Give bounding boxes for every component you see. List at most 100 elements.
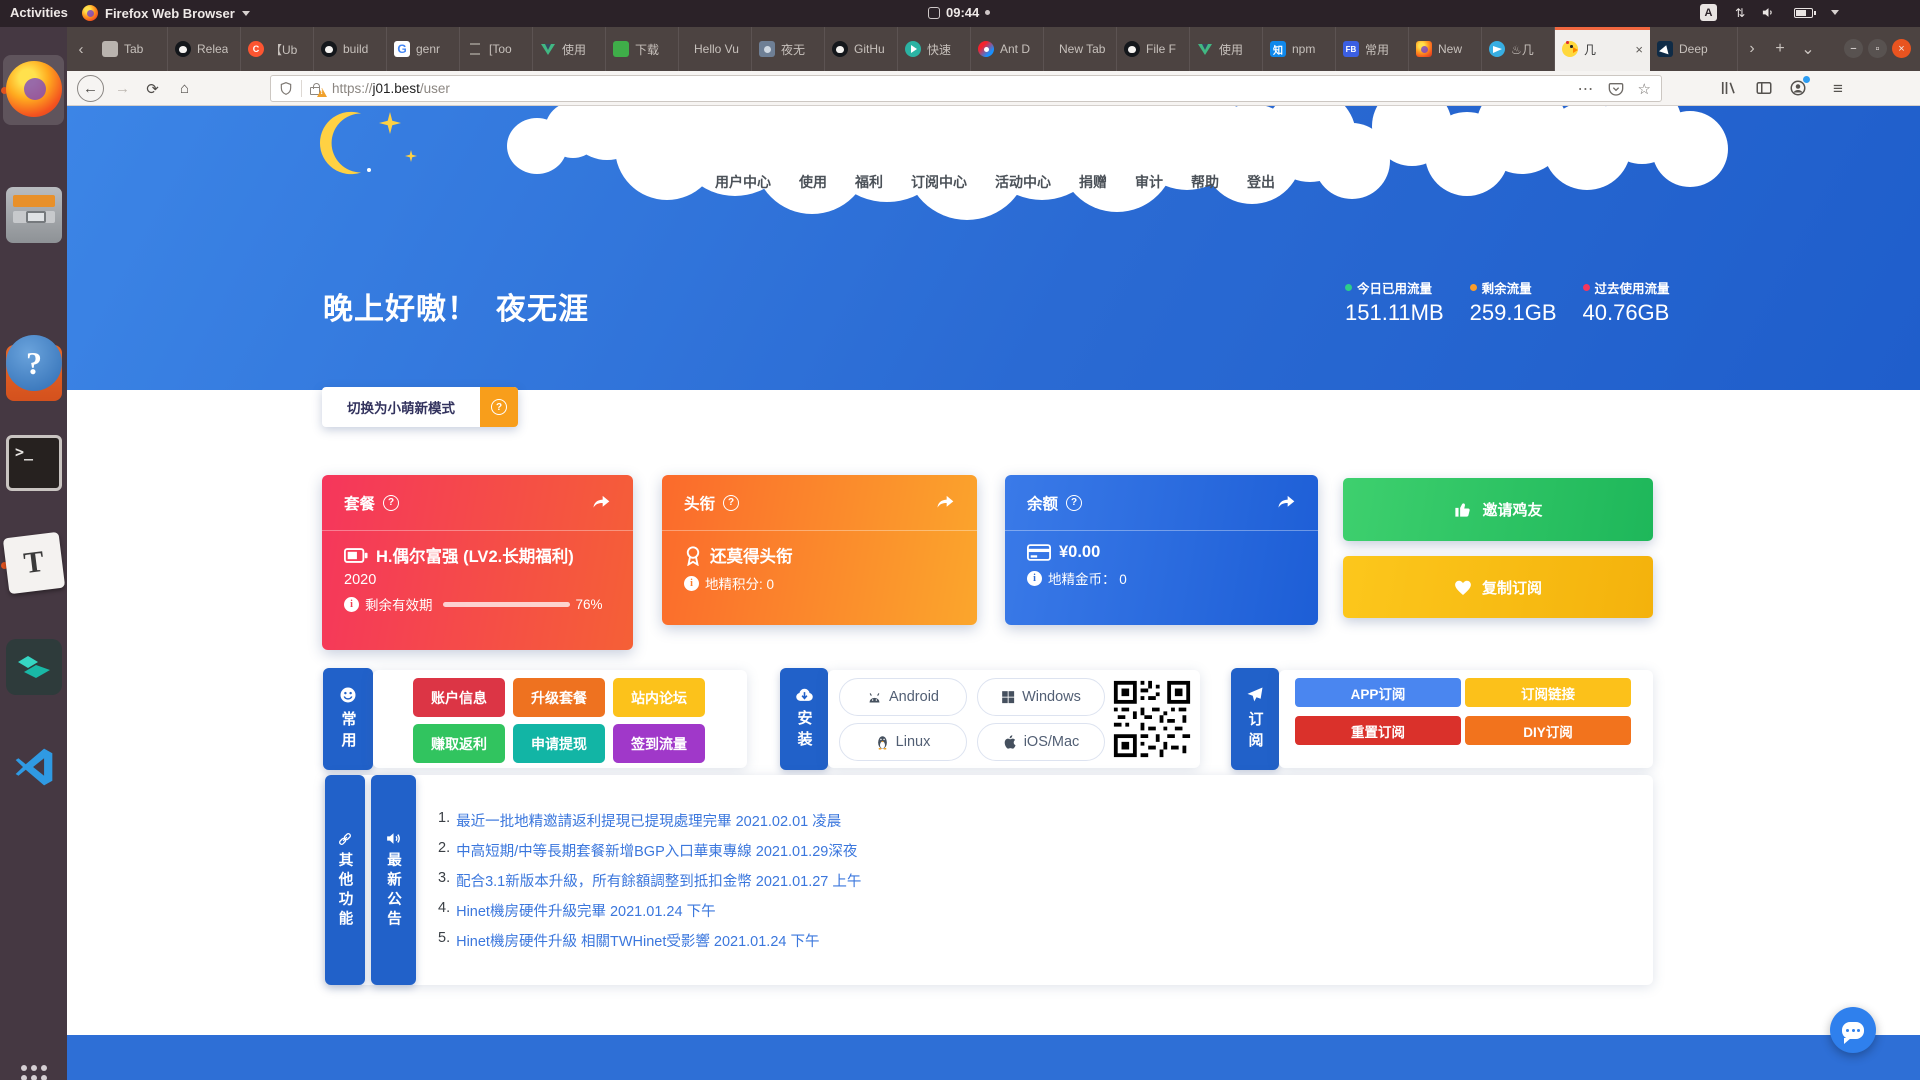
nav-help[interactable]: 帮助: [1191, 172, 1219, 192]
browser-tab[interactable]: New: [1409, 27, 1482, 71]
latest-news-tab[interactable]: 最新公告: [371, 775, 416, 985]
browser-tab[interactable]: 夜无: [752, 27, 825, 71]
announcement-link[interactable]: 配合3.1新版本升級，所有餘額調整到抵扣金幣 2021.01.27 上午: [456, 870, 861, 891]
dock-app-icon[interactable]: [6, 639, 62, 695]
mode-help-button[interactable]: ?: [480, 387, 518, 427]
nav-welfare[interactable]: 福利: [855, 172, 883, 192]
linux-button[interactable]: Linux: [839, 723, 967, 761]
earn-rebate-button[interactable]: 赚取返利: [413, 724, 505, 763]
browser-tab[interactable]: Ant D: [971, 27, 1044, 71]
browser-tab[interactable]: Relea: [168, 27, 241, 71]
clock[interactable]: 09:44: [928, 5, 990, 20]
dock-firefox-icon[interactable]: [6, 61, 62, 117]
announcement-link[interactable]: 最近一批地精邀請返利提現已提現處理完畢 2021.02.01 凌晨: [456, 810, 841, 831]
share-icon[interactable]: [591, 494, 611, 512]
hamburger-menu-icon[interactable]: ≡: [1833, 79, 1843, 99]
home-button[interactable]: ⌂: [171, 75, 198, 102]
chat-widget-button[interactable]: [1830, 1007, 1876, 1053]
minimize-button[interactable]: −: [1844, 39, 1863, 58]
app-menu[interactable]: Firefox Web Browser: [82, 5, 250, 21]
page-actions-icon[interactable]: ⋯: [1578, 79, 1594, 99]
close-button[interactable]: ×: [1892, 39, 1911, 58]
ios-mac-button[interactable]: iOS/Mac: [977, 723, 1105, 761]
url-bar[interactable]: https://j01.best/user ⋯ ☆: [270, 75, 1662, 102]
announcement-link[interactable]: Hinet機房硬件升級完畢 2021.01.24 下午: [456, 900, 715, 921]
question-circle-icon[interactable]: ?: [383, 495, 399, 511]
browser-tab[interactable]: GitHu: [825, 27, 898, 71]
close-tab-icon[interactable]: ×: [1635, 42, 1643, 57]
tab-list-button[interactable]: ⌄: [1794, 27, 1822, 71]
back-button[interactable]: ←: [77, 75, 104, 102]
browser-tab[interactable]: File F: [1117, 27, 1190, 71]
url-text[interactable]: https://j01.best/user: [332, 81, 450, 96]
invite-button[interactable]: 邀请鸡友: [1343, 478, 1653, 541]
other-functions-tab[interactable]: 其他功能: [325, 775, 365, 985]
nav-subscribe-center[interactable]: 订阅中心: [911, 172, 967, 192]
announcement-link[interactable]: 中高短期/中等長期套餐新增BGP入口華東專線 2021.01.29深夜: [456, 840, 857, 861]
browser-tab[interactable]: New Tab: [1044, 27, 1117, 71]
lock-warning-icon[interactable]: [310, 82, 323, 95]
browser-tab[interactable]: ♨几: [1482, 27, 1555, 71]
copy-subscription-button[interactable]: 复制订阅: [1343, 556, 1653, 618]
sidebar-icon[interactable]: [1755, 79, 1773, 97]
checkin-traffic-button[interactable]: 签到流量: [613, 724, 705, 763]
reset-subscription-button[interactable]: 重置订阅: [1295, 716, 1461, 745]
nav-user-center[interactable]: 用户中心: [715, 172, 771, 192]
share-icon[interactable]: [1276, 494, 1296, 512]
windows-button[interactable]: Windows: [977, 678, 1105, 716]
show-applications-button[interactable]: [21, 1065, 47, 1080]
new-tab-button[interactable]: +: [1766, 27, 1794, 71]
install-section-tab[interactable]: 安装: [780, 668, 828, 770]
announcement-link[interactable]: Hinet機房硬件升級 相關TWHinet受影響 2021.01.24 下午: [456, 930, 819, 951]
subscribe-section-tab[interactable]: 订阅: [1231, 668, 1279, 770]
shield-icon[interactable]: [279, 81, 293, 96]
browser-tab[interactable]: 【Ub: [241, 27, 314, 71]
browser-tab[interactable]: 快速: [898, 27, 971, 71]
nav-logout[interactable]: 登出: [1247, 172, 1275, 192]
browser-tab[interactable]: 使用: [533, 27, 606, 71]
dock-terminal-icon[interactable]: >_: [6, 435, 62, 491]
browser-tab[interactable]: Hello Vu: [679, 27, 752, 71]
dock-text-editor-icon[interactable]: T: [3, 532, 65, 594]
bookmark-star-icon[interactable]: ☆: [1638, 80, 1651, 98]
nav-activity-center[interactable]: 活动中心: [995, 172, 1051, 192]
browser-tab[interactable]: genr: [387, 27, 460, 71]
quick-section-tab[interactable]: 常用: [323, 668, 373, 770]
question-circle-icon[interactable]: ?: [723, 495, 739, 511]
tab-scroll-right-button[interactable]: ›: [1738, 27, 1766, 71]
reload-button[interactable]: ⟳: [139, 75, 166, 102]
maximize-button[interactable]: ▫: [1868, 39, 1887, 58]
subscribe-link-button[interactable]: 订阅链接: [1465, 678, 1631, 707]
browser-tab[interactable]: 使用: [1190, 27, 1263, 71]
forum-button[interactable]: 站内论坛: [613, 678, 705, 717]
upgrade-plan-button[interactable]: 升级套餐: [513, 678, 605, 717]
tab-scroll-left-button[interactable]: ‹: [67, 27, 95, 71]
android-button[interactable]: Android: [839, 678, 967, 716]
withdraw-button[interactable]: 申请提现: [513, 724, 605, 763]
dock-vscode-icon[interactable]: [6, 739, 62, 795]
account-icon[interactable]: [1789, 79, 1807, 97]
mode-switch-button[interactable]: 切换为小萌新模式 ?: [322, 387, 518, 427]
dock-files-icon[interactable]: [6, 187, 62, 243]
browser-tab[interactable]: 下载: [606, 27, 679, 71]
nav-audit[interactable]: 审计: [1135, 172, 1163, 192]
forward-button[interactable]: →: [109, 75, 136, 102]
browser-tab[interactable]: Deep: [1650, 27, 1738, 71]
nav-usage[interactable]: 使用: [799, 172, 827, 192]
share-icon[interactable]: [935, 494, 955, 512]
question-circle-icon[interactable]: ?: [1066, 495, 1082, 511]
browser-tab[interactable]: [Too: [460, 27, 533, 71]
pocket-icon[interactable]: [1608, 81, 1624, 97]
activities-button[interactable]: Activities: [10, 5, 68, 20]
browser-tab[interactable]: 常用: [1336, 27, 1409, 71]
browser-tab[interactable]: npm: [1263, 27, 1336, 71]
diy-subscription-button[interactable]: DIY订阅: [1465, 716, 1631, 745]
dock-help-icon[interactable]: ?: [6, 335, 62, 391]
active-tab[interactable]: 几×: [1555, 27, 1650, 71]
account-info-button[interactable]: 账户信息: [413, 678, 505, 717]
nav-donate[interactable]: 捐赠: [1079, 172, 1107, 192]
library-icon[interactable]: [1719, 79, 1737, 97]
browser-tab[interactable]: build: [314, 27, 387, 71]
browser-tab[interactable]: Tab: [95, 27, 168, 71]
system-tray[interactable]: A ⇅: [1700, 4, 1839, 21]
